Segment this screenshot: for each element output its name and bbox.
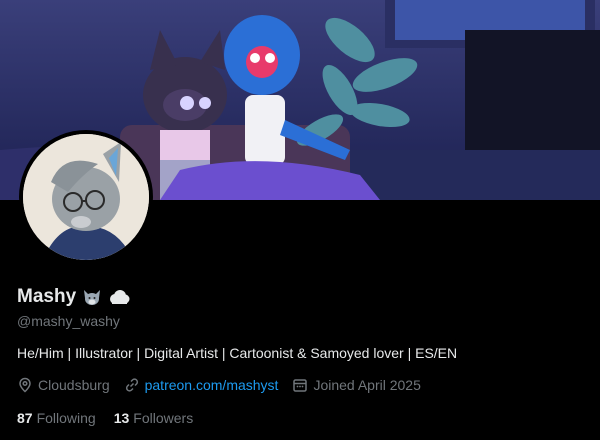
followers-link[interactable]: 13 Followers <box>114 410 193 426</box>
following-count: 87 <box>17 410 33 426</box>
profile-avatar[interactable] <box>19 130 153 264</box>
following-link[interactable]: 87 Following <box>17 410 96 426</box>
display-name: Mashy <box>17 286 77 307</box>
calendar-icon <box>293 379 308 392</box>
avatar-image <box>23 134 149 260</box>
profile-meta: Cloudsburg patreon.com/mashyst Joined Ap… <box>17 377 435 393</box>
location-item: Cloudsburg <box>17 377 110 393</box>
followers-label: Followers <box>133 410 194 426</box>
profile-bio: He/Him | Illustrator | Digital Artist | … <box>17 345 458 361</box>
following-label: Following <box>36 410 96 426</box>
location-pin-icon <box>19 377 31 393</box>
location-text: Cloudsburg <box>38 377 110 393</box>
joined-item: Joined April 2025 <box>292 377 421 393</box>
followers-count: 13 <box>113 410 130 426</box>
website-link[interactable]: patreon.com/mashyst <box>145 377 279 393</box>
cloud-icon <box>108 289 130 305</box>
username-handle: @mashy_washy <box>17 313 120 329</box>
website-item: patreon.com/mashyst <box>124 377 279 393</box>
joined-text: Joined April 2025 <box>313 377 421 393</box>
follow-stats: 87 Following 13 Followers <box>17 410 193 426</box>
wolf-face-icon <box>82 288 102 306</box>
name-row: Mashy <box>17 286 130 308</box>
link-icon <box>125 378 138 392</box>
